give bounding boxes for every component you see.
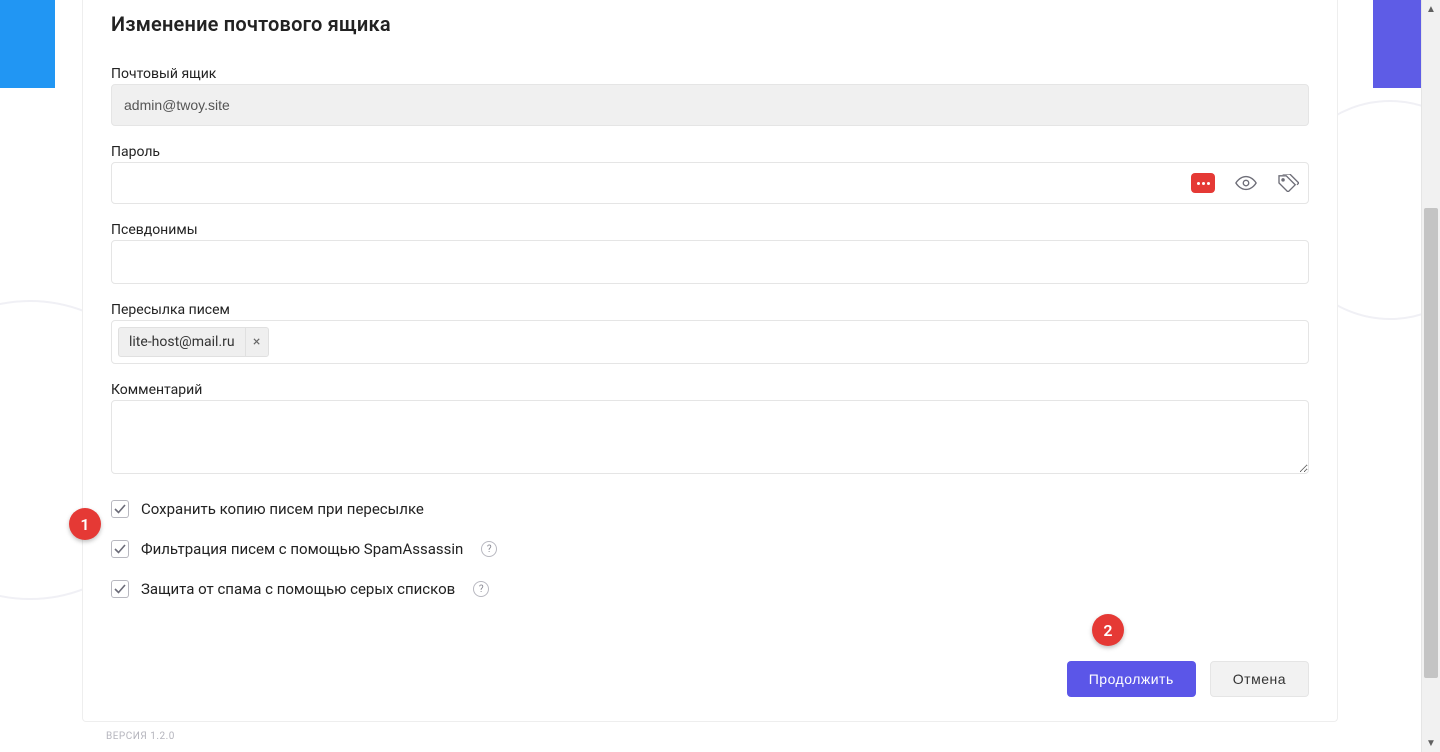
comment-textarea[interactable] — [111, 400, 1309, 474]
forwarding-input[interactable]: lite-host@mail.ru × — [111, 320, 1309, 364]
aliases-label: Псевдонимы — [111, 222, 1309, 238]
mailbox-field-group: Почтовый ящик — [111, 66, 1309, 126]
chip-remove-icon[interactable]: × — [246, 328, 268, 356]
checkbox-row-spamassassin: Фильтрация писем с помощью SpamAssassin … — [111, 540, 1309, 558]
checkbox-save-copy[interactable] — [111, 500, 129, 518]
checkbox-spamassassin[interactable] — [111, 540, 129, 558]
password-label: Пароль — [111, 144, 1309, 160]
help-icon[interactable]: ? — [481, 541, 497, 557]
aliases-field-group: Псевдонимы — [111, 222, 1309, 284]
generate-password-icon[interactable] — [1191, 173, 1215, 193]
forwarding-field-group: Пересылка писем lite-host@mail.ru × — [111, 302, 1309, 364]
edit-mailbox-card: Изменение почтового ящика Почтовый ящик … — [82, 0, 1338, 722]
scrollbar[interactable]: ▲ ▼ — [1421, 0, 1440, 752]
password-input[interactable] — [111, 162, 1309, 204]
password-field-group: Пароль — [111, 144, 1309, 204]
show-password-icon[interactable] — [1235, 172, 1257, 194]
comment-field-group: Комментарий — [111, 382, 1309, 478]
checkbox-save-copy-label: Сохранить копию писем при пересылке — [141, 500, 424, 518]
checkbox-greylist[interactable] — [111, 580, 129, 598]
page-title: Изменение почтового ящика — [111, 0, 1309, 48]
continue-button[interactable]: Продолжить — [1067, 661, 1196, 697]
aliases-input[interactable] — [111, 240, 1309, 284]
right-accent-strip — [1373, 0, 1421, 88]
help-icon[interactable]: ? — [473, 581, 489, 597]
comment-label: Комментарий — [111, 382, 1309, 398]
cancel-button[interactable]: Отмена — [1210, 661, 1309, 697]
scroll-up-icon[interactable]: ▲ — [1422, 0, 1440, 18]
checkbox-greylist-label: Защита от спама с помощью серых списков — [141, 580, 455, 598]
mailbox-label: Почтовый ящик — [111, 66, 1309, 82]
annotation-badge-1: 1 — [69, 508, 101, 540]
checkbox-row-save-copy: Сохранить копию писем при пересылке — [111, 500, 1309, 518]
scroll-down-icon[interactable]: ▼ — [1422, 734, 1440, 752]
tag-icon[interactable] — [1277, 172, 1299, 194]
version-label: ВЕРСИЯ 1.2.0 — [106, 731, 175, 742]
forwarding-label: Пересылка писем — [111, 302, 1309, 318]
mailbox-input — [111, 84, 1309, 126]
forwarding-chip-label: lite-host@mail.ru — [119, 328, 246, 356]
scroll-thumb[interactable] — [1424, 208, 1438, 678]
annotation-badge-2: 2 — [1092, 614, 1124, 646]
left-accent-strip — [0, 0, 55, 88]
scroll-track[interactable] — [1422, 18, 1440, 734]
checkbox-row-greylist: Защита от спама с помощью серых списков … — [111, 580, 1309, 598]
forwarding-chip: lite-host@mail.ru × — [118, 327, 269, 357]
checkbox-spamassassin-label: Фильтрация писем с помощью SpamAssassin — [141, 540, 463, 558]
